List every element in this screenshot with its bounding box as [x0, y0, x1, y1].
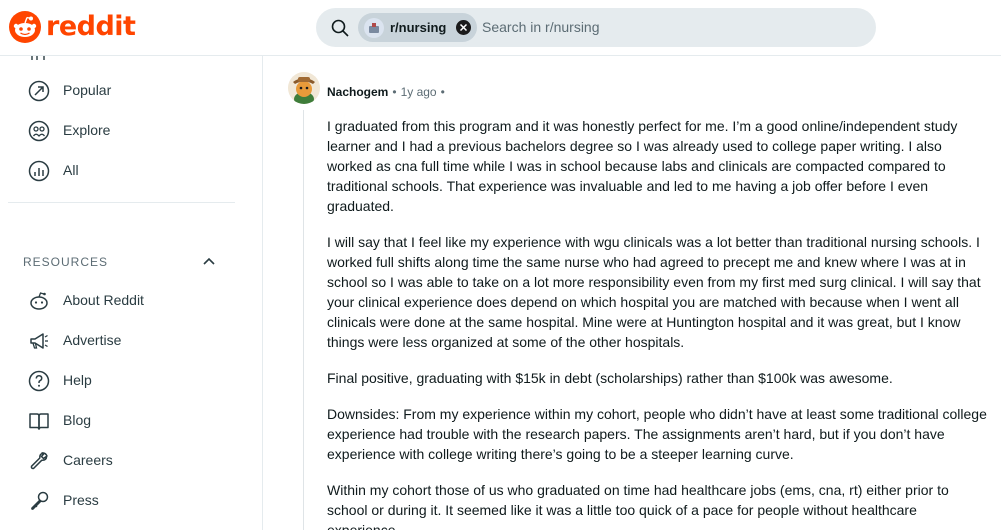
microphone-icon: [31, 491, 49, 510]
explore-icon: [28, 120, 50, 142]
comment-paragraph: I graduated from this program and it was…: [327, 118, 958, 214]
clear-community-button[interactable]: [456, 20, 472, 35]
sidebar-item-label: All: [63, 162, 79, 178]
sidebar-item-press[interactable]: Press: [16, 481, 246, 521]
wrench-icon: [30, 452, 48, 470]
comment-paragraph: Final positive, graduating with $15k in …: [327, 370, 893, 386]
comment-paragraph: Within my cohort those of us who graduat…: [327, 482, 949, 530]
book-icon: [29, 413, 49, 430]
avatar-icon: [288, 72, 320, 104]
top-header: reddit r/nursing: [0, 0, 1001, 56]
sidebar-item-explore[interactable]: Explore: [16, 111, 246, 151]
sidebar-item-label: Careers: [63, 452, 113, 468]
comment-thread: Nachogem • 1y ago • I graduated from thi…: [264, 56, 1001, 530]
all-icon: [28, 160, 50, 182]
comment-paragraph: Downsides: From my experience within my …: [327, 406, 987, 462]
community-chip-label: r/nursing: [390, 20, 447, 35]
sidebar-item-about-reddit[interactable]: About Reddit: [16, 281, 246, 321]
sidebar-item-label: Popular: [63, 82, 112, 98]
sidebar-item-help[interactable]: Help: [16, 361, 246, 401]
home-icon: [31, 56, 45, 60]
meta-separator: •: [440, 85, 445, 99]
resources-section-title: RESOURCES: [23, 255, 109, 269]
help-icon: [28, 370, 50, 392]
sidebar-item-label: Blog: [63, 412, 92, 428]
reddit-icon: [30, 292, 48, 310]
sidebar-item-popular[interactable]: Popular: [16, 71, 246, 111]
meta-separator: •: [392, 85, 397, 99]
megaphone-icon: [30, 333, 48, 349]
comment-timestamp: 1y ago: [400, 85, 437, 99]
search-input[interactable]: [482, 17, 852, 37]
comment-body: I graduated from this program and it was…: [327, 116, 987, 530]
search-bar[interactable]: r/nursing: [316, 8, 876, 47]
sidebar-item-careers[interactable]: Careers: [16, 441, 246, 481]
community-avatar-icon: [364, 17, 384, 38]
search-icon: [331, 19, 349, 37]
comment-meta: Nachogem • 1y ago •: [327, 85, 445, 99]
sidebar-item-label: Advertise: [63, 332, 122, 348]
sidebar-item-label: Help: [63, 372, 92, 388]
left-sidebar: Popular Explore All RESOURCES About Redd…: [0, 56, 263, 530]
thread-line[interactable]: [303, 110, 304, 530]
sidebar-item-label: Explore: [63, 122, 111, 138]
sidebar-item-label: About Reddit: [63, 292, 144, 308]
sidebar-item-all[interactable]: All: [16, 151, 246, 191]
popular-icon: [28, 80, 50, 102]
community-filter-chip: r/nursing: [358, 13, 478, 42]
snoo-logo-icon: [9, 11, 41, 43]
chevron-up-icon[interactable]: [201, 254, 217, 270]
sidebar-item-label: Press: [63, 492, 99, 508]
sidebar-divider: [8, 202, 235, 203]
reddit-logo[interactable]: reddit: [8, 10, 136, 44]
comment-author[interactable]: Nachogem: [327, 85, 388, 99]
sidebar-item-advertise[interactable]: Advertise: [16, 321, 246, 361]
close-icon: [460, 23, 468, 32]
reddit-wordmark: reddit: [46, 11, 136, 42]
comment-paragraph: I will say that I feel like my experienc…: [327, 234, 981, 350]
user-avatar[interactable]: [288, 72, 320, 104]
sidebar-item-blog[interactable]: Blog: [16, 401, 246, 441]
